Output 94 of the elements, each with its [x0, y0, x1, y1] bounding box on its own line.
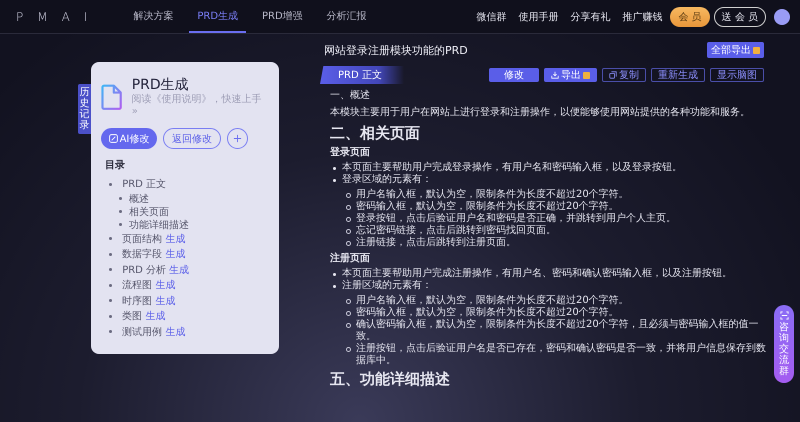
bullet-icon — [119, 210, 122, 214]
consult-group-button[interactable]: 咨询交流群 — [774, 305, 794, 383]
bullet-icon — [109, 182, 112, 186]
list-item: 密码输入框，默认为空，限制条件为长度不超过20个字符。 — [356, 307, 619, 318]
bullet-icon — [346, 299, 351, 304]
plus-icon — [233, 134, 242, 143]
action-button[interactable]: 导出 — [544, 68, 597, 82]
bullet-icon — [333, 285, 336, 288]
bullet-icon — [346, 241, 351, 246]
list-item: 密码输入框，默认为空，限制条件为长度不超过20个字符。 — [356, 201, 619, 212]
generate-link[interactable]: 生成 — [165, 326, 186, 338]
list-item: 注册区域的元素有： — [342, 280, 432, 291]
toc-item[interactable]: 页面结构 — [122, 234, 162, 244]
bullet-icon — [109, 268, 112, 272]
gift-member-button[interactable]: 送 会 员 — [714, 6, 766, 26]
toc-heading: 目录 — [105, 158, 126, 172]
nav-link[interactable]: 推广赚钱 — [622, 10, 662, 24]
ai-edit-button[interactable]: AI修改 — [101, 128, 157, 149]
nav-tab[interactable]: 解决方案 — [125, 0, 182, 33]
list-item: 忘记密码链接，点击后跳转到密码找回页面。 — [356, 225, 556, 236]
toc-item[interactable]: 概述 — [129, 194, 149, 204]
subsection-heading: 登录页面 — [330, 147, 371, 159]
card-title: PRD生成 — [132, 76, 190, 94]
generate-link[interactable]: 生成 — [155, 296, 176, 306]
download-icon — [551, 71, 559, 79]
add-button[interactable] — [227, 128, 248, 149]
section-tab[interactable]: PRD 正文 — [320, 66, 404, 84]
nav-tab[interactable]: PRD增强 — [254, 0, 311, 33]
toc-item[interactable]: PRD 分析 — [122, 264, 166, 276]
list-item: 注册链接，点击后跳转到注册页面。 — [356, 237, 516, 248]
generate-link[interactable]: 生成 — [155, 280, 176, 291]
section-heading: 一、概述 — [330, 90, 371, 102]
document-icon — [101, 84, 123, 110]
list-item: 本页面主要帮助用户完成注册操作，有用户名、密码和确认密码输入框，以及注册按钮。 — [342, 268, 732, 279]
bullet-icon — [346, 229, 351, 234]
generate-link[interactable]: 生成 — [165, 249, 186, 260]
bullet-icon — [109, 284, 112, 287]
logo[interactable]: PMAI — [16, 10, 102, 24]
bullet-icon — [346, 311, 351, 316]
generate-link[interactable]: 生成 — [165, 234, 186, 244]
toc-item[interactable]: PRD 正文 — [122, 179, 166, 190]
scan-icon — [780, 311, 788, 320]
bullet-icon — [109, 299, 112, 302]
list-item: 确认密码输入框，默认为空，限制条件为长度不超过20个字符，且必须与密码输入框的值一致。 — [356, 319, 759, 342]
avatar-icon[interactable] — [774, 8, 790, 24]
bullet-icon — [333, 167, 336, 170]
action-button[interactable]: 重新生成 — [651, 68, 705, 82]
bullet-icon — [119, 223, 122, 226]
section-heading: 二、相关页面 — [330, 124, 421, 142]
bullet-icon — [346, 205, 351, 210]
action-button[interactable]: 显示脑图 — [710, 68, 764, 82]
toc-item[interactable]: 流程图 — [122, 280, 152, 291]
subsection-heading: 注册页面 — [330, 253, 371, 265]
bullet-icon — [333, 179, 336, 182]
bullet-icon — [109, 252, 112, 256]
nav-tab[interactable]: PRD生成 — [189, 0, 246, 33]
bullet-icon — [119, 197, 122, 200]
list-item: 用户名输入框，默认为空，限制条件为长度不超过20个字符。 — [356, 189, 629, 200]
back-edit-button[interactable]: 返回修改 — [163, 128, 221, 149]
toc-item[interactable]: 数据字段 — [122, 249, 162, 260]
bullet-icon — [346, 323, 351, 328]
bullet-icon — [346, 193, 351, 198]
list-item: 本页面主要帮助用户完成登录操作，有用户名和密码输入框，以及登录按钮。 — [342, 162, 682, 173]
document-title: 网站登录注册模块功能的PRD — [324, 42, 468, 58]
nav-tab[interactable]: 分析汇报 — [318, 0, 375, 33]
nav-link[interactable]: 使用手册 — [518, 10, 558, 24]
bullet-icon — [109, 330, 112, 334]
bullet-icon — [333, 273, 336, 276]
toc-item[interactable]: 相关页面 — [129, 206, 169, 218]
toc-item[interactable]: 测试用例 — [122, 326, 162, 338]
generate-link[interactable]: 生成 — [145, 311, 166, 322]
generate-link[interactable]: 生成 — [169, 264, 190, 276]
member-button[interactable]: 会 员 — [670, 6, 710, 26]
list-item: 注册按钮，点击后验证用户名是否已存在，密码和确认密码是否一致，并将用户信息保存到数据库中。 — [356, 343, 766, 366]
list-item: 登录按钮，点击后验证用户名和密码是否正确，并跳转到用户个人主页。 — [356, 213, 676, 224]
nav-link[interactable]: 微信群 — [476, 10, 506, 24]
action-button[interactable]: 修改 — [489, 68, 539, 82]
bullet-icon — [346, 217, 351, 222]
section-heading: 五、功能详细描述 — [330, 370, 451, 388]
bullet-icon — [109, 314, 112, 318]
paragraph: 本模块主要用于用户在网站上进行登录和注册操作，以便能够使用网站提供的各种功能和服务。 — [330, 107, 751, 119]
bullet-icon — [346, 347, 351, 352]
toc-item[interactable]: 时序图 — [122, 296, 152, 306]
nav-link[interactable]: 分享有礼 — [570, 10, 610, 24]
list-item: 登录区域的元素有： — [342, 174, 432, 185]
edit-icon — [108, 134, 118, 143]
list-item: 用户名输入框，默认为空，限制条件为长度不超过20个字符。 — [356, 295, 629, 306]
action-button[interactable]: 复制 — [602, 68, 646, 82]
copy-icon — [609, 71, 617, 79]
export-all-button[interactable]: 全部导出 — [707, 42, 764, 58]
history-tab[interactable]: 历史记录 — [78, 84, 91, 134]
bullet-icon — [109, 237, 112, 240]
toc-item[interactable]: 功能详细描述 — [129, 220, 189, 230]
toc-item[interactable]: 类图 — [122, 311, 142, 322]
